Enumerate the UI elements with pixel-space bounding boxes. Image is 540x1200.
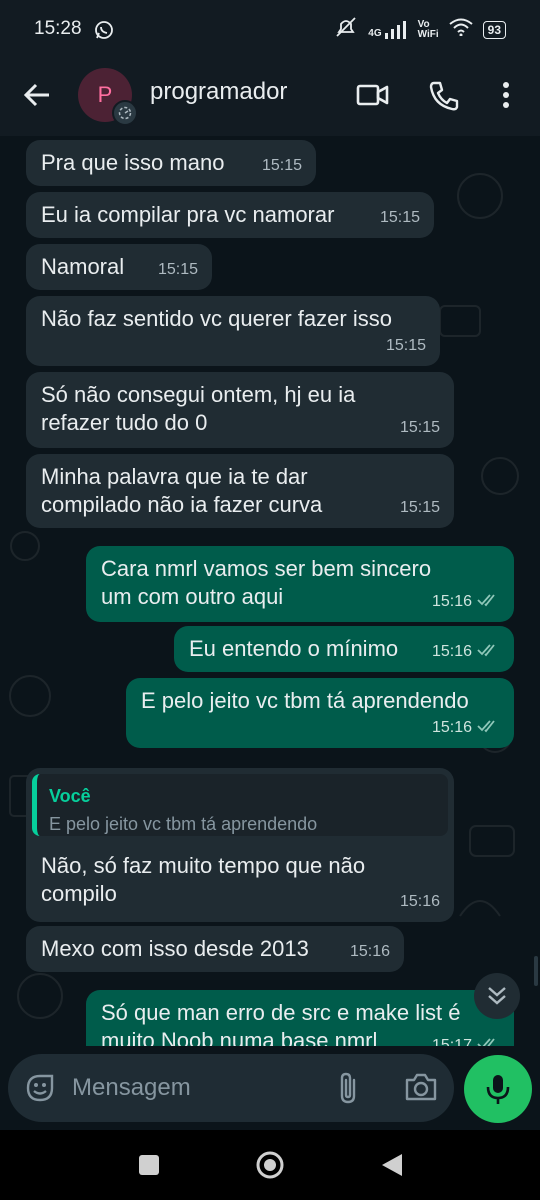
attach-icon[interactable] xyxy=(334,1070,362,1111)
camera-icon[interactable] xyxy=(404,1072,438,1107)
battery-indicator: 93 xyxy=(482,20,506,39)
message-bubble-incoming[interactable]: Só não consegui ontem, hj eu ia refazer … xyxy=(26,372,454,448)
mute-alarm-icon xyxy=(334,16,358,43)
quoted-author: Você xyxy=(49,786,91,806)
message-bubble-incoming[interactable]: Mexo com isso desde 2013 15:16 xyxy=(26,926,404,972)
message-text: Namoral xyxy=(41,254,125,279)
message-list[interactable]: Pra que isso mano 15:15 Eu ia compilar p… xyxy=(0,136,540,1046)
signal-4g-icon: 4G xyxy=(368,20,407,39)
message-time: 15:17 xyxy=(431,1037,472,1046)
voice-message-button[interactable] xyxy=(464,1055,532,1123)
message-bubble-outgoing[interactable]: Cara nmrl vamos ser bem sincero um com o… xyxy=(86,546,514,622)
status-ring-icon xyxy=(112,100,138,126)
message-text: Só não consegui ontem, hj eu ia refazer … xyxy=(41,382,356,435)
message-time: 15:15 xyxy=(261,157,302,174)
microphone-icon xyxy=(486,1075,510,1104)
message-bubble-incoming[interactable]: Pra que isso mano 15:15 xyxy=(26,140,316,186)
double-check-icon xyxy=(477,636,501,664)
double-chevron-down-icon xyxy=(488,987,506,1005)
message-text: Pra que isso mano xyxy=(41,150,225,175)
quoted-text: E pelo jeito vc tbm tá aprendendo xyxy=(49,814,318,834)
message-time: 15:16 xyxy=(431,719,472,736)
scrollbar-thumb[interactable] xyxy=(534,956,538,986)
message-bubble-incoming[interactable]: Minha palavra que ia te dar compilado nã… xyxy=(26,454,454,528)
message-placeholder: Mensagem xyxy=(72,1074,191,1101)
message-time: 15:15 xyxy=(379,209,420,226)
message-bubble-outgoing[interactable]: E pelo jeito vc tbm tá aprendendo 15:16 xyxy=(126,678,514,748)
status-time: 15:28 xyxy=(34,18,82,39)
message-time: 15:15 xyxy=(399,499,440,516)
home-circle-icon[interactable] xyxy=(255,1150,285,1185)
message-time: 15:15 xyxy=(157,261,198,278)
message-text: E pelo jeito vc tbm tá aprendendo xyxy=(141,688,469,713)
message-time: 15:16 xyxy=(349,943,390,960)
message-text: Mexo com isso desde 2013 xyxy=(41,936,309,961)
message-time: 15:16 xyxy=(399,893,440,910)
double-check-icon xyxy=(477,1030,501,1046)
recents-square-icon[interactable] xyxy=(138,1154,160,1181)
whatsapp-icon xyxy=(94,20,114,45)
message-time: 15:15 xyxy=(385,337,426,354)
message-bubble-incoming[interactable]: Não faz sentido vc querer fazer isso 15:… xyxy=(26,296,440,366)
back-triangle-icon[interactable] xyxy=(380,1152,404,1183)
message-text: Não, só faz muito tempo que não compilo xyxy=(41,853,366,906)
video-call-icon[interactable] xyxy=(356,80,390,115)
double-check-icon xyxy=(477,586,501,614)
scroll-to-bottom-button[interactable] xyxy=(474,973,520,1019)
message-bubble-outgoing[interactable]: Eu entendo o mínimo 15:16 xyxy=(174,626,514,672)
message-input[interactable]: Mensagem xyxy=(8,1054,454,1122)
message-text: Não faz sentido vc querer fazer isso xyxy=(41,306,392,331)
message-text: Só que man erro de src e make list é mui… xyxy=(101,1000,461,1046)
message-bubble-outgoing[interactable]: Só que man erro de src e make list é mui… xyxy=(86,990,514,1046)
message-bubble-reply[interactable]: Você E pelo jeito vc tbm tá aprendendo N… xyxy=(26,768,454,922)
double-check-icon xyxy=(477,712,501,740)
message-text: Eu entendo o mínimo xyxy=(189,636,399,661)
message-text: Cara nmrl vamos ser bem sincero um com o… xyxy=(101,556,432,609)
message-text: Eu ia compilar pra vc namorar xyxy=(41,202,335,227)
status-bar: 15:28 4G Vo WiFi 93 xyxy=(0,0,540,60)
quoted-message[interactable]: Você E pelo jeito vc tbm tá aprendendo xyxy=(32,774,448,836)
message-time: 15:15 xyxy=(399,419,440,436)
back-arrow-icon[interactable] xyxy=(22,80,52,115)
message-bubble-incoming[interactable]: Eu ia compilar pra vc namorar 15:15 xyxy=(26,192,434,238)
chat-header: P programador xyxy=(0,60,540,136)
voice-call-icon[interactable] xyxy=(428,80,460,117)
system-nav-bar xyxy=(0,1130,540,1200)
message-bubble-incoming[interactable]: Namoral 15:15 xyxy=(26,244,212,290)
contact-name[interactable]: programador xyxy=(150,78,287,106)
emoji-sticker-icon[interactable] xyxy=(24,1072,56,1109)
message-time: 15:16 xyxy=(431,593,472,610)
wifi-icon xyxy=(449,18,473,41)
more-options-icon[interactable] xyxy=(498,80,514,115)
message-time: 15:16 xyxy=(431,643,472,660)
compose-bar: Mensagem xyxy=(0,1046,540,1130)
message-text: Minha palavra que ia te dar compilado nã… xyxy=(41,464,323,517)
vowifi-icon: Vo WiFi xyxy=(417,18,439,40)
